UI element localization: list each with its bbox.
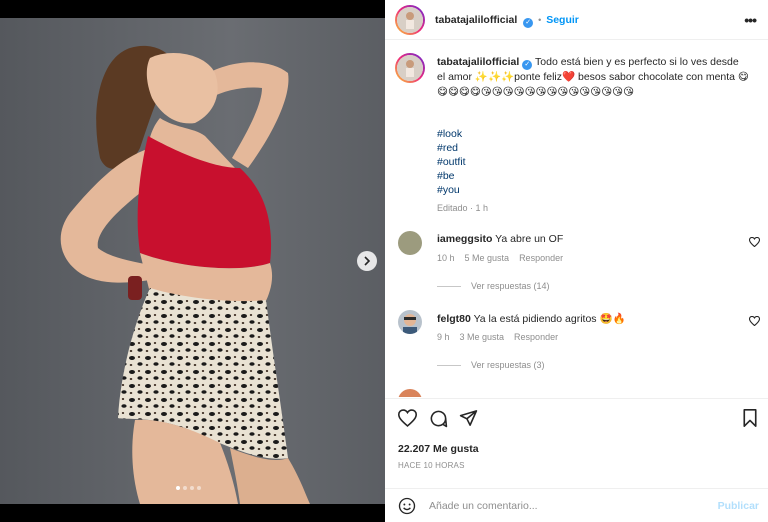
avatar-image [397, 55, 423, 81]
instagram-post-modal: tabatajalilofficial ✓ • Seguir ••• tabat… [0, 0, 768, 522]
post-photo[interactable] [0, 18, 385, 504]
avatar [397, 7, 423, 33]
comment-text: felgt80 Ya la está pidiendo agritos 🤩🔥 [437, 312, 626, 325]
separator-dot: • [538, 15, 542, 25]
comment-item: iameggsito Ya abre un OF 10 h 5 Me gusta… [385, 231, 768, 303]
view-replies-label: Ver respuestas (3) [471, 360, 545, 370]
comment-text: iameggsito Ya abre un OF [437, 233, 563, 245]
carousel-dot [183, 486, 187, 490]
follow-button[interactable]: Seguir [546, 14, 579, 26]
comment-heart-icon[interactable] [749, 237, 760, 247]
comment-time: 10 h [437, 253, 455, 263]
hashtag-link[interactable]: #red [437, 141, 488, 155]
caption-edited-time: Editado · 1 h [437, 203, 489, 213]
replies-divider [437, 285, 461, 287]
comment-meta: 9 h 3 Me gusta Responder [437, 332, 558, 342]
comment-avatar[interactable] [398, 231, 422, 255]
caption: tabatajalilofficial ✓ Todo está bien y es… [437, 55, 749, 99]
heart-icon[interactable] [398, 409, 417, 427]
post-timestamp: HACE 10 HORAS [398, 461, 465, 470]
hashtag-link[interactable]: #be [437, 169, 488, 183]
comment-username[interactable]: iameggsito [437, 233, 492, 245]
view-replies-button[interactable]: Ver respuestas (3) [437, 360, 545, 370]
caption-username[interactable]: tabatajalilofficial [437, 56, 519, 68]
comments-scroll[interactable]: tabatajalilofficial ✓ Todo está bien y es… [385, 41, 768, 397]
comment-input[interactable] [429, 497, 699, 515]
chevron-right-icon [364, 256, 371, 266]
publish-button[interactable]: Publicar [718, 500, 759, 512]
caption-avatar [397, 55, 423, 81]
hashtag-link[interactable]: #look [437, 127, 488, 141]
carousel-dot [197, 486, 201, 490]
comment-time: 9 h [437, 332, 450, 342]
comment-heart-icon[interactable] [749, 316, 760, 326]
hashtag-list: #look #red #outfit #be #you Editado · 1 … [437, 127, 488, 215]
reply-button[interactable]: Responder [514, 332, 558, 342]
comment-icon[interactable] [429, 409, 448, 428]
post-header: tabatajalilofficial ✓ • Seguir ••• [385, 0, 768, 40]
photo-illustration [0, 18, 385, 504]
comment-body: Ya abre un OF [495, 233, 564, 245]
view-replies-button[interactable]: Ver respuestas (14) [437, 281, 550, 291]
caption-story-ring[interactable] [395, 53, 425, 83]
avatar-image [397, 7, 423, 33]
hashtag-link[interactable]: #outfit [437, 155, 488, 169]
comment-body: Ya la está pidiendo agritos 🤩🔥 [473, 313, 626, 325]
carousel-dot [176, 486, 180, 490]
replies-divider [437, 364, 461, 366]
header-username[interactable]: tabatajalilofficial [435, 14, 517, 26]
comment-item: felgt80 Ya la está pidiendo agritos 🤩🔥 9… [385, 310, 768, 382]
media-panel [0, 0, 385, 522]
add-comment-bar: Publicar [385, 488, 768, 522]
emoji-icon[interactable] [398, 497, 416, 515]
comment-username[interactable]: felgt80 [437, 313, 471, 325]
comment-avatar[interactable] [398, 310, 422, 334]
hashtag-link[interactable]: #you [437, 183, 488, 197]
bookmark-icon[interactable] [742, 409, 758, 427]
comment-meta: 10 h 5 Me gusta Responder [437, 253, 563, 263]
verified-icon: ✓ [522, 60, 533, 70]
likes-count[interactable]: 22.207 Me gusta [398, 443, 479, 455]
next-slide-button[interactable] [357, 251, 377, 271]
verified-icon: ✓ [523, 18, 534, 28]
reply-button[interactable]: Responder [519, 253, 563, 263]
comment-likes[interactable]: 5 Me gusta [465, 253, 510, 263]
carousel-indicator [176, 486, 201, 490]
avatar-image [403, 314, 417, 334]
header-user-line: tabatajalilofficial ✓ • Seguir [435, 14, 579, 28]
view-replies-label: Ver respuestas (14) [471, 281, 550, 291]
action-bar [385, 398, 768, 438]
carousel-dot [190, 486, 194, 490]
comment-likes[interactable]: 3 Me gusta [460, 332, 505, 342]
more-options-icon[interactable]: ••• [744, 12, 757, 28]
comment-avatar[interactable] [398, 389, 422, 397]
post-details-panel: tabatajalilofficial ✓ • Seguir ••• tabat… [385, 0, 768, 522]
share-icon[interactable] [459, 409, 478, 427]
story-ring[interactable] [395, 5, 425, 35]
